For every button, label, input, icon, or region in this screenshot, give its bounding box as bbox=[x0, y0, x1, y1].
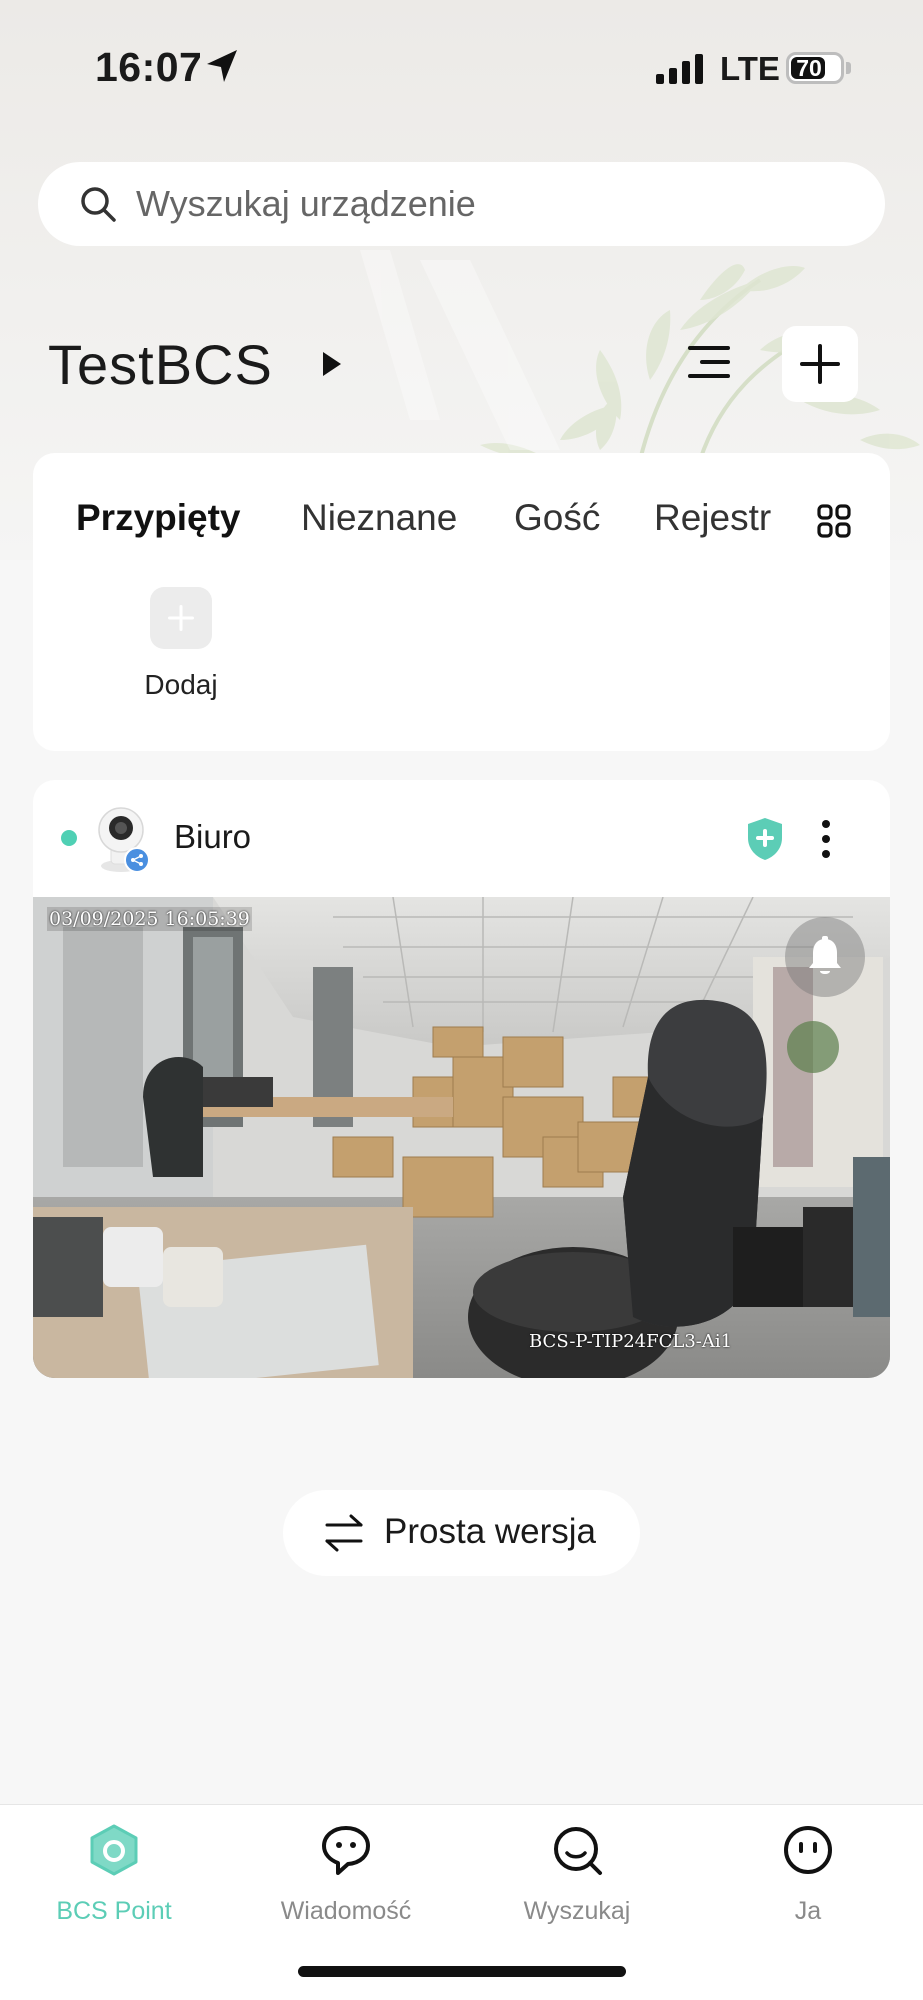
nav-item-messages[interactable]: Wiadomość bbox=[246, 1805, 446, 1935]
network-type: LTE bbox=[720, 50, 780, 87]
plus-icon bbox=[168, 605, 194, 631]
simple-version-label: Prosta wersja bbox=[384, 1512, 597, 1551]
location-arrow-icon bbox=[207, 50, 237, 82]
online-status-dot bbox=[61, 830, 77, 846]
battery-tip bbox=[846, 62, 851, 74]
nav-label-messages: Wiadomość bbox=[280, 1897, 412, 1925]
home-hexagon-icon bbox=[90, 1824, 138, 1876]
battery-icon: 70 bbox=[786, 52, 844, 84]
search-bar[interactable] bbox=[38, 162, 885, 246]
nav-item-bcs-point[interactable]: BCS Point bbox=[14, 1805, 214, 1935]
device-card[interactable]: Biuro 03/09/2025 16:05:39 BCS-P-TIP24FCL… bbox=[33, 780, 890, 1378]
video-model-label: BCS-P-TIP24FCL3-Ai1 bbox=[529, 1331, 733, 1352]
tab-unknown[interactable]: Nieznane bbox=[301, 497, 457, 539]
search-icon bbox=[81, 187, 116, 222]
battery-percent: 70 bbox=[796, 55, 822, 81]
nav-item-profile[interactable]: Ja bbox=[708, 1805, 908, 1935]
camera-live-preview[interactable]: 03/09/2025 16:05:39 BCS-P-TIP24FCL3-Ai1 bbox=[33, 897, 890, 1378]
signal-bars-icon bbox=[656, 54, 703, 84]
nav-label-profile: Ja bbox=[794, 1897, 822, 1925]
home-title[interactable]: TestBCS bbox=[48, 332, 273, 397]
scene-card: Przypięty Nieznane Gość Rejestr Dodaj bbox=[33, 453, 890, 751]
status-time: 16:07 bbox=[95, 44, 203, 90]
message-icon bbox=[322, 1826, 370, 1875]
status-bar: 16:07 LTE 70 bbox=[0, 0, 923, 140]
search-input[interactable] bbox=[136, 162, 836, 246]
add-scene-label: Dodaj bbox=[144, 669, 218, 700]
alarm-bell-button[interactable] bbox=[785, 917, 865, 997]
grid-view-icon[interactable] bbox=[816, 503, 852, 539]
simple-version-button[interactable]: Prosta wersja bbox=[283, 1490, 640, 1576]
add-device-button[interactable] bbox=[782, 326, 858, 402]
switch-arrows-icon bbox=[325, 1514, 363, 1552]
profile-icon bbox=[784, 1826, 832, 1874]
tab-pinned[interactable]: Przypięty bbox=[76, 497, 241, 539]
camera-feed-image bbox=[33, 897, 890, 1378]
tab-guest[interactable]: Gość bbox=[514, 497, 600, 539]
security-shield-icon[interactable] bbox=[745, 816, 785, 862]
tab-register[interactable]: Rejestr bbox=[654, 497, 771, 539]
list-menu-icon[interactable] bbox=[684, 340, 734, 384]
nav-item-search[interactable]: Wyszukaj bbox=[477, 1805, 677, 1935]
bell-icon bbox=[809, 936, 841, 974]
video-timestamp: 03/09/2025 16:05:39 bbox=[47, 907, 252, 931]
add-scene-button[interactable] bbox=[150, 587, 212, 649]
nav-label-search: Wyszukaj bbox=[523, 1897, 631, 1925]
nav-label-bcs-point: BCS Point bbox=[56, 1897, 172, 1925]
camera-device-icon bbox=[98, 807, 150, 873]
plus-icon bbox=[800, 344, 840, 384]
more-options-icon[interactable] bbox=[819, 818, 833, 860]
home-indicator bbox=[298, 1966, 626, 1977]
search-icon bbox=[554, 1827, 602, 1875]
play-arrow-icon[interactable] bbox=[320, 350, 344, 378]
device-name[interactable]: Biuro bbox=[174, 818, 251, 856]
